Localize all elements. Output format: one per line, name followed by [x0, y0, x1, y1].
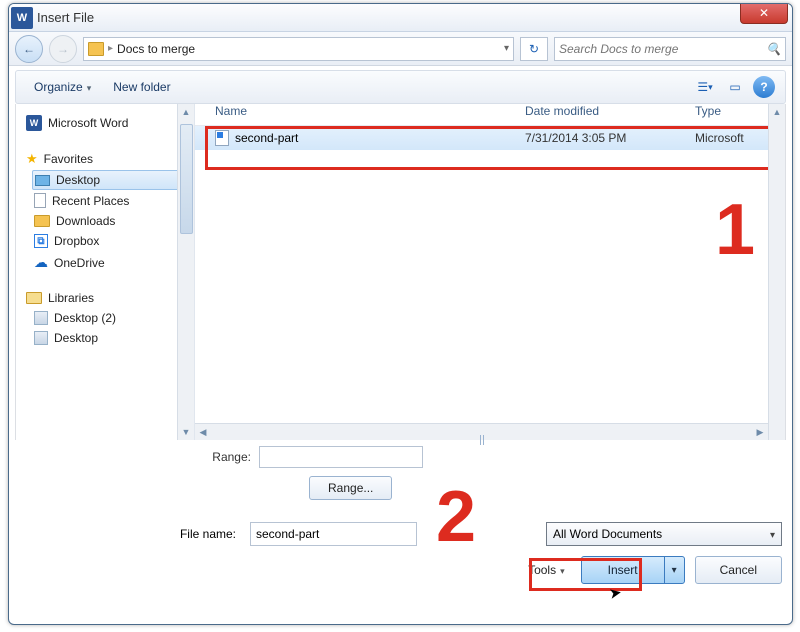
sidebar-scrollbar[interactable]: ▲ ▼ [177, 104, 194, 440]
sidebar-item-lib-desktop[interactable]: Desktop [32, 328, 194, 348]
dropbox-icon: ⧉ [34, 234, 48, 248]
tools-button[interactable]: Tools [528, 563, 565, 577]
file-name-label: File name: [19, 527, 244, 541]
arrow-left-icon: ← [23, 42, 35, 56]
search-input[interactable] [559, 42, 766, 56]
sidebar-item-recent[interactable]: Recent Places [32, 190, 194, 211]
arrow-right-icon: → [57, 42, 69, 56]
close-button[interactable]: ✕ [740, 3, 788, 24]
sidebar-item-downloads[interactable]: Downloads [32, 211, 194, 231]
cancel-button[interactable]: Cancel [695, 556, 782, 584]
desktop-icon [35, 175, 50, 186]
sidebar-item-word[interactable]: WMicrosoft Word [24, 112, 194, 134]
file-list-pane: Name Date modified Type second-part 7/31… [195, 104, 786, 440]
nav-sidebar: WMicrosoft Word ★Favorites Desktop Recen… [15, 104, 195, 440]
chevron-down-icon [87, 80, 92, 94]
sidebar-item-onedrive[interactable]: ☁OneDrive [32, 251, 194, 274]
breadcrumb[interactable]: ▸ Docs to merge ▾ [83, 37, 514, 61]
close-icon: ✕ [759, 6, 769, 20]
drive-icon [34, 311, 48, 325]
chevron-down-icon [770, 527, 775, 541]
insert-file-dialog: W Insert File ✕ ← → ▸ Docs to merge ▾ ↻ … [8, 3, 793, 625]
back-button[interactable]: ← [15, 35, 43, 63]
insert-dropdown[interactable]: ▾ [664, 557, 684, 583]
scroll-left-icon[interactable]: ◀ [195, 424, 211, 440]
range-input[interactable] [259, 446, 423, 468]
annotation-number-1: 1 [715, 194, 755, 266]
organize-button[interactable]: Organize [26, 76, 99, 98]
new-folder-button[interactable]: New folder [105, 76, 178, 98]
cloud-icon: ☁ [34, 254, 48, 271]
range-label: Range: [199, 450, 251, 464]
scrollbar-grip-icon [480, 435, 484, 445]
scroll-down-icon[interactable]: ▼ [178, 424, 194, 440]
refresh-button[interactable]: ↻ [520, 37, 548, 61]
libraries-icon [26, 292, 42, 304]
sidebar-item-desktop[interactable]: Desktop [32, 170, 188, 190]
word-icon: W [26, 115, 42, 131]
annotation-number-2: 2 [436, 481, 476, 553]
refresh-icon: ↻ [529, 42, 539, 56]
preview-pane-button[interactable]: ▭ [723, 76, 747, 98]
file-date: 7/31/2014 3:05 PM [525, 131, 695, 145]
location-text: Docs to merge [117, 42, 195, 56]
word-doc-icon [215, 130, 229, 146]
sidebar-item-favorites[interactable]: ★Favorites [24, 148, 194, 170]
chevron-right-icon: ▸ [108, 43, 113, 54]
star-icon: ★ [26, 151, 38, 167]
folder-icon [34, 215, 50, 227]
scroll-up-icon[interactable]: ▲ [178, 104, 194, 120]
toolbar: Organize New folder ☰ ▾ ▭ ? [15, 70, 786, 104]
nav-bar: ← → ▸ Docs to merge ▾ ↻ 🔍 [9, 32, 792, 66]
range-button[interactable]: Range... [309, 476, 392, 500]
scroll-right-icon[interactable]: ▶ [752, 424, 768, 440]
folder-icon [88, 42, 104, 56]
search-icon: 🔍 [766, 42, 781, 56]
column-headers[interactable]: Name Date modified Type [195, 104, 785, 126]
chevron-down-icon [560, 563, 565, 577]
word-icon: W [11, 7, 33, 29]
sidebar-item-dropbox[interactable]: ⧉Dropbox [32, 231, 194, 251]
chevron-down-icon: ▾ [504, 43, 509, 54]
help-icon: ? [760, 80, 767, 94]
file-row[interactable]: second-part 7/31/2014 3:05 PM Microsoft [195, 126, 785, 150]
forward-button[interactable]: → [49, 35, 77, 63]
file-type-combo[interactable]: All Word Documents [546, 522, 782, 546]
scroll-thumb[interactable] [180, 124, 193, 234]
insert-button[interactable]: Insert ▾ [581, 556, 685, 584]
sidebar-item-lib-desktop2[interactable]: Desktop (2) [32, 308, 194, 328]
view-button[interactable]: ☰ ▾ [693, 76, 717, 98]
cursor-icon: ➤ [608, 583, 624, 603]
dialog-title: Insert File [37, 10, 94, 25]
file-name-input[interactable] [250, 522, 417, 546]
file-type-label: All Word Documents [553, 527, 662, 541]
recent-icon [34, 193, 46, 208]
v-scrollbar[interactable]: ▲ [768, 104, 785, 440]
bottom-panel: Range: Range... File name: All Word Docu… [9, 440, 792, 594]
scroll-up-icon[interactable]: ▲ [769, 104, 785, 120]
title-bar: W Insert File ✕ [9, 4, 792, 32]
help-button[interactable]: ? [753, 76, 775, 98]
drive-icon [34, 331, 48, 345]
col-date[interactable]: Date modified [525, 104, 695, 125]
file-name: second-part [235, 131, 298, 145]
h-scrollbar[interactable]: ◀ ▶ [195, 423, 768, 440]
sidebar-item-libraries[interactable]: Libraries [24, 288, 194, 308]
search-box[interactable]: 🔍 [554, 37, 786, 61]
col-name[interactable]: Name [215, 104, 525, 125]
